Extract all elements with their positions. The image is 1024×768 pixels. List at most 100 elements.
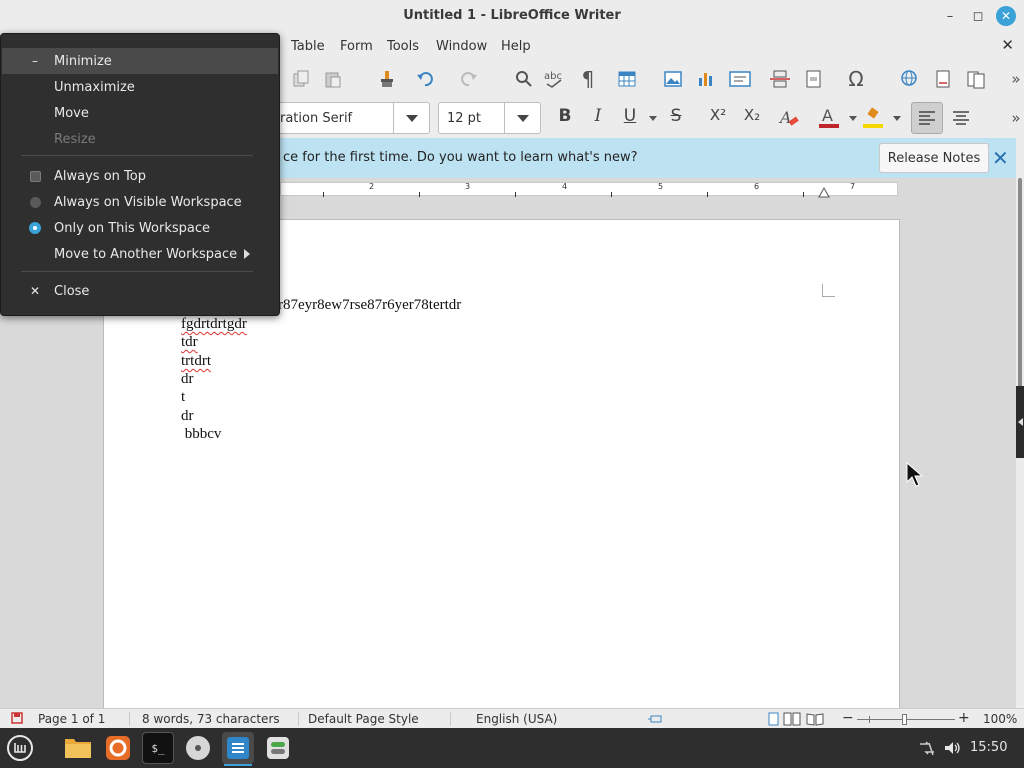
close-document-icon[interactable]: ✕	[1001, 36, 1014, 54]
media-disc-icon[interactable]	[182, 732, 214, 764]
status-bar: Page 1 of 1 8 words, 73 characters Defau…	[0, 708, 1024, 728]
ruler-tick	[611, 192, 612, 197]
taskbar: $_ 15:50	[0, 728, 1024, 768]
submenu-arrow-icon	[244, 249, 250, 259]
subscript-button[interactable]: X₂	[738, 106, 766, 124]
window-title: Untitled 1 - LibreOffice Writer	[403, 8, 621, 23]
font-size-combo[interactable]: 12 pt	[438, 102, 541, 134]
mouse-pointer-icon	[906, 462, 924, 487]
zoom-in-button[interactable]: +	[958, 710, 970, 726]
clear-formatting-icon[interactable]: A	[776, 105, 802, 131]
insert-endnote-icon[interactable]	[963, 66, 989, 92]
menu-item-only-on-this-workspace[interactable]: Only on This Workspace	[2, 215, 278, 241]
active-indicator	[224, 764, 252, 766]
menu-item-label: Move	[54, 106, 89, 121]
minimize-window-button[interactable]: –	[940, 6, 960, 26]
menu-item-move-to-another-workspace[interactable]: Move to Another Workspace	[2, 241, 278, 267]
selection-mode-icon[interactable]	[648, 713, 664, 725]
zoom-level[interactable]: 100%	[983, 712, 1017, 726]
italic-button[interactable]: I	[587, 106, 609, 126]
insert-textbox-icon[interactable]	[727, 66, 753, 92]
network-icon[interactable]	[918, 740, 936, 756]
page-break-icon[interactable]	[767, 66, 793, 92]
maximize-window-button[interactable]: ◻	[968, 6, 988, 26]
clone-formatting-icon[interactable]	[374, 66, 400, 92]
font-color-icon[interactable]: A	[816, 105, 842, 131]
firefox-icon[interactable]	[102, 732, 134, 764]
sidebar-toggle-handle[interactable]	[1016, 386, 1024, 458]
book-view-icon[interactable]	[806, 712, 824, 726]
menu-window[interactable]: Window	[436, 39, 487, 54]
align-left-icon[interactable]	[911, 102, 943, 134]
text-boundary-corner	[822, 284, 835, 297]
system-settings-icon[interactable]	[262, 732, 294, 764]
paste-icon[interactable]	[320, 66, 346, 92]
font-name-dropdown-icon[interactable]	[393, 103, 429, 133]
menu-item-always-on-visible-workspace[interactable]: Always on Visible Workspace	[2, 189, 278, 215]
scrollbar-thumb[interactable]	[1018, 178, 1022, 404]
document-line: tdr	[181, 334, 198, 350]
toolbar-overflow-icon[interactable]: »	[1003, 66, 1024, 92]
highlighting-color-icon[interactable]	[860, 105, 886, 131]
font-name-combo[interactable]: ration Serif	[265, 102, 430, 134]
single-page-view-icon[interactable]	[768, 712, 780, 726]
menu-tools[interactable]: Tools	[387, 39, 419, 54]
undo-icon[interactable]	[412, 66, 438, 92]
menu-table[interactable]: Table	[291, 39, 325, 54]
right-indent-marker-icon[interactable]	[818, 186, 830, 198]
underline-dropdown-icon[interactable]	[649, 116, 657, 121]
radio-unselected-icon[interactable]	[30, 197, 41, 208]
copy-icon[interactable]	[288, 66, 314, 92]
menu-help[interactable]: Help	[501, 39, 531, 54]
superscript-button[interactable]: X²	[704, 106, 732, 124]
spelling-icon[interactable]: abc	[542, 66, 568, 92]
zoom-slider-handle[interactable]	[902, 714, 907, 725]
page-indicator[interactable]: Page 1 of 1	[38, 712, 105, 726]
word-count[interactable]: 8 words, 73 characters	[142, 712, 280, 726]
font-size-value: 12 pt	[447, 111, 482, 126]
menu-item-close[interactable]: ✕ Close	[2, 278, 278, 304]
checkbox-icon[interactable]	[30, 171, 41, 182]
insert-image-icon[interactable]	[660, 66, 686, 92]
menu-item-unmaximize[interactable]: Unmaximize	[2, 74, 278, 100]
menu-item-always-on-top[interactable]: Always on Top	[2, 163, 278, 189]
formatting-overflow-icon[interactable]: »	[1003, 105, 1024, 131]
insert-field-icon[interactable]	[801, 66, 827, 92]
clock[interactable]: 15:50	[970, 740, 1007, 755]
multi-page-view-icon[interactable]	[783, 712, 801, 726]
font-size-dropdown-icon[interactable]	[504, 103, 540, 133]
bold-button[interactable]: B	[554, 106, 576, 126]
text-language[interactable]: English (USA)	[476, 712, 557, 726]
files-icon[interactable]	[62, 732, 94, 764]
menu-item-move[interactable]: Move	[2, 100, 278, 126]
menu-item-label: Always on Top	[54, 169, 146, 184]
volume-icon[interactable]	[943, 740, 961, 756]
terminal-icon[interactable]: $_	[142, 732, 174, 764]
menu-item-label: Close	[54, 284, 90, 299]
insert-chart-icon[interactable]	[693, 66, 719, 92]
find-replace-icon[interactable]	[511, 66, 537, 92]
page-style[interactable]: Default Page Style	[308, 712, 419, 726]
zoom-out-button[interactable]: −	[842, 710, 854, 726]
insert-table-icon[interactable]	[614, 66, 640, 92]
menu-form[interactable]: Form	[340, 39, 373, 54]
insert-footnote-icon[interactable]	[930, 66, 956, 92]
document-line: dr	[181, 371, 194, 387]
insert-hyperlink-icon[interactable]	[897, 66, 923, 92]
close-window-button[interactable]: ✕	[996, 6, 1016, 26]
release-notes-button[interactable]: Release Notes	[879, 143, 989, 173]
menu-item-minimize[interactable]: – Minimize	[2, 48, 278, 74]
underline-button[interactable]: U	[619, 106, 641, 126]
infobar-close-icon[interactable]: ✕	[992, 146, 1009, 170]
highlighting-dropdown-icon[interactable]	[893, 116, 901, 121]
mint-menu-icon[interactable]	[4, 732, 36, 764]
formatting-marks-icon[interactable]: ¶	[575, 66, 601, 92]
writer-taskbar-icon[interactable]	[222, 732, 254, 766]
font-color-dropdown-icon[interactable]	[849, 116, 857, 121]
special-character-icon[interactable]: Ω	[843, 66, 869, 92]
radio-selected-icon[interactable]	[29, 222, 41, 234]
document-modified-icon[interactable]	[11, 712, 23, 724]
strikethrough-button[interactable]: S	[665, 106, 687, 126]
redo-icon[interactable]	[456, 66, 482, 92]
align-center-icon[interactable]	[948, 105, 974, 131]
